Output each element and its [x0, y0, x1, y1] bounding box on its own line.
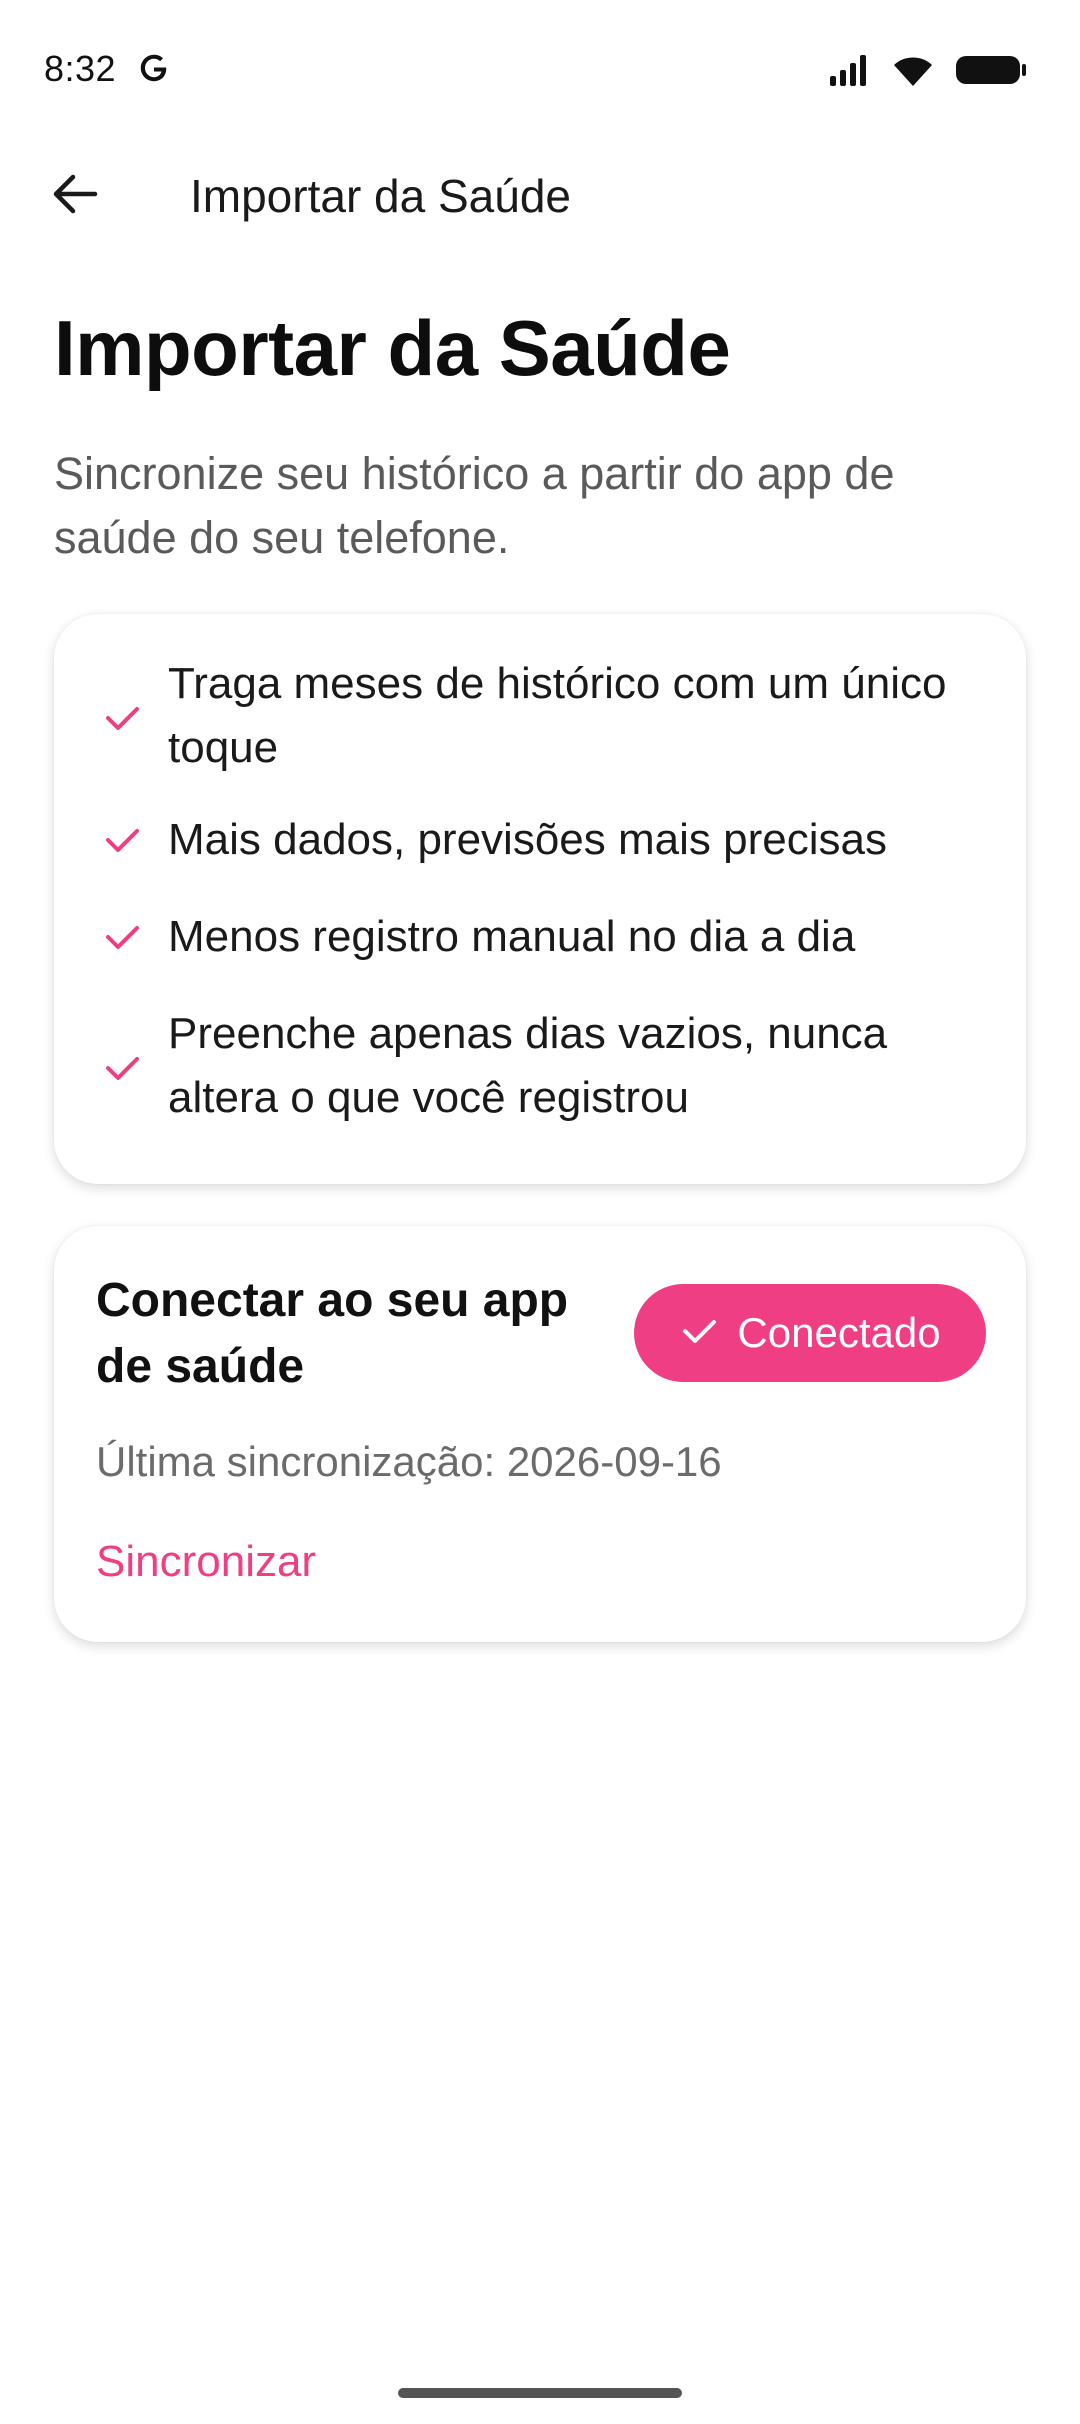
last-sync-text: Última sincronização: 2026-09-16 [96, 1438, 722, 1485]
page-title: Importar da Saúde [54, 304, 731, 392]
benefits-card: Traga meses de histórico com um único to… [54, 614, 1026, 1184]
battery-icon [954, 52, 1028, 93]
status-bar: 8:32 [0, 0, 1080, 140]
benefit-text: Mais dados, previsões mais precisas [168, 815, 887, 864]
arrow-back-icon [51, 172, 99, 221]
connected-button[interactable]: Conectado [634, 1284, 986, 1382]
back-button[interactable] [40, 168, 110, 224]
sync-link[interactable]: Sincronizar [96, 1534, 316, 1590]
connect-title: Conectar ao seu app de saúde [96, 1274, 569, 1393]
wifi-icon [890, 52, 936, 93]
check-icon [98, 694, 146, 742]
benefit-text: Menos registro manual no dia a dia [168, 912, 856, 961]
app-bar: Importar da Saúde [0, 150, 1080, 240]
status-time: 8:32 [44, 48, 117, 89]
benefit-item: Menos registro manual no dia a dia [54, 905, 1026, 971]
home-indicator[interactable] [398, 2388, 682, 2398]
benefit-item: Traga meses de histórico com um único to… [54, 652, 1026, 784]
connect-card: Conectar ao seu app de saúde Conectado Ú… [54, 1226, 1026, 1642]
benefit-item: Mais dados, previsões mais precisas [54, 808, 1026, 874]
app-bar-title: Importar da Saúde [190, 170, 572, 222]
check-icon [679, 1311, 719, 1356]
signal-icon [828, 52, 872, 93]
check-icon [98, 913, 146, 961]
check-icon [98, 816, 146, 864]
connected-button-label: Conectado [737, 1309, 941, 1356]
benefit-text: Preenche apenas dias vazios, nunca alter… [168, 1009, 888, 1122]
google-icon [136, 50, 172, 86]
page-subtitle: Sincronize seu histórico a partir do app… [54, 448, 895, 563]
status-icons [828, 52, 1028, 93]
benefit-item: Preenche apenas dias vazios, nunca alter… [54, 1002, 1026, 1134]
check-icon [98, 1044, 146, 1092]
benefit-text: Traga meses de histórico com um único to… [168, 659, 947, 772]
